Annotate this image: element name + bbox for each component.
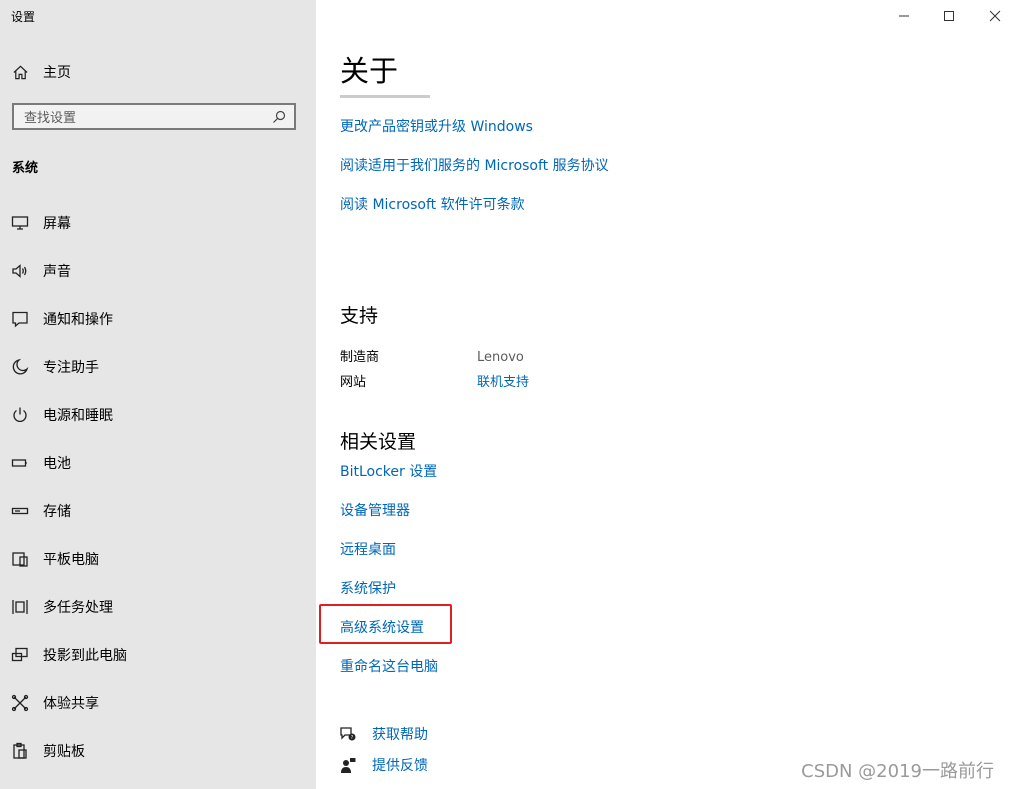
app-title: 设置 [11, 10, 36, 24]
tablet-icon [12, 552, 28, 567]
get-help-label: 获取帮助 [372, 727, 428, 743]
sidebar-item-label: 多任务处理 [43, 600, 113, 616]
sidebar-item-home[interactable]: 主页 [12, 60, 71, 84]
home-icon [13, 65, 28, 79]
share-icon [11, 694, 29, 712]
project-icon [11, 647, 28, 662]
sidebar-item-label: 存储 [43, 504, 71, 520]
sidebar-item-shared-experiences[interactable]: 体验共享 [10, 689, 300, 717]
multitask-icon [12, 600, 28, 614]
link-remote-desktop[interactable]: 远程桌面 [340, 540, 396, 560]
manufacturer-value: Lenovo [477, 350, 524, 365]
website-label: 网站 [340, 375, 367, 390]
search-icon [273, 110, 286, 123]
main-content: 关于 更改产品密钥或升级 Windows 阅读适用于我们服务的 Microsof… [316, 0, 1009, 789]
close-icon [989, 10, 1001, 22]
sidebar-item-tablet[interactable]: 平板电脑 [10, 545, 300, 573]
group-label-system: 系统 [12, 161, 39, 176]
sidebar-item-label: 声音 [43, 264, 71, 280]
sidebar-item-label: 主页 [43, 65, 71, 81]
highlight-box [319, 604, 452, 644]
sidebar-item-label: 投影到此电脑 [43, 648, 127, 664]
sidebar-item-notifications[interactable]: 通知和操作 [10, 305, 300, 333]
sidebar-item-clipboard[interactable]: 剪贴板 [10, 737, 300, 765]
feedback-link[interactable]: 提供反馈 [340, 754, 428, 776]
notification-icon [12, 311, 28, 328]
search-input[interactable]: 查找设置 [12, 103, 296, 130]
moon-icon [12, 358, 29, 375]
clipboard-icon [13, 742, 27, 759]
link-system-protection[interactable]: 系统保护 [340, 579, 396, 599]
section-title-related-settings: 相关设置 [340, 431, 417, 453]
link-device-manager[interactable]: 设备管理器 [340, 501, 410, 521]
sidebar-item-battery[interactable]: 电池 [10, 449, 300, 477]
watermark: CSDN @2019一路前行 [801, 761, 994, 782]
sidebar-item-power[interactable]: 电源和睡眠 [10, 401, 300, 429]
sidebar-item-focus-assist[interactable]: 专注助手 [10, 353, 300, 381]
sidebar: 设置 主页 查找设置 系统 屏幕 声音 通知和操作 专注助手 电源和睡眠 电池 [0, 0, 316, 789]
link-change-product-key[interactable]: 更改产品密钥或升级 Windows [340, 117, 533, 137]
storage-icon [11, 507, 29, 515]
svg-text:?: ? [351, 735, 354, 741]
sidebar-item-label: 平板电脑 [43, 552, 99, 568]
title-underline [340, 95, 430, 98]
sidebar-item-label: 电源和睡眠 [43, 408, 113, 424]
link-software-license-terms[interactable]: 阅读 Microsoft 软件许可条款 [340, 195, 525, 215]
section-title-support: 支持 [340, 305, 379, 327]
sidebar-item-label: 通知和操作 [43, 312, 113, 328]
link-microsoft-services-agreement[interactable]: 阅读适用于我们服务的 Microsoft 服务协议 [340, 156, 609, 176]
link-online-support[interactable]: 联机支持 [477, 374, 529, 392]
power-icon [13, 407, 27, 422]
sidebar-item-multitasking[interactable]: 多任务处理 [10, 593, 300, 621]
sidebar-item-label: 剪贴板 [43, 744, 85, 760]
get-help-link[interactable]: ? 获取帮助 [340, 723, 428, 745]
sidebar-item-label: 专注助手 [43, 360, 99, 376]
speaker-icon [12, 264, 27, 278]
monitor-icon [11, 216, 29, 230]
page-title: 关于 [340, 54, 399, 88]
sidebar-item-project[interactable]: 投影到此电脑 [10, 641, 300, 669]
link-bitlocker-settings[interactable]: BitLocker 设置 [340, 462, 437, 482]
maximize-button[interactable] [937, 6, 961, 26]
sidebar-item-sound[interactable]: 声音 [10, 257, 300, 285]
feedback-person-icon [341, 758, 356, 773]
manufacturer-label: 制造商 [340, 350, 380, 365]
battery-icon [11, 459, 27, 467]
sidebar-item-label: 屏幕 [43, 216, 71, 232]
sidebar-item-storage[interactable]: 存储 [10, 497, 300, 525]
sidebar-item-label: 体验共享 [43, 696, 99, 712]
sidebar-item-display[interactable]: 屏幕 [10, 209, 300, 237]
minimize-icon [899, 15, 909, 17]
maximize-icon [944, 11, 954, 21]
search-placeholder: 查找设置 [24, 111, 77, 126]
feedback-label: 提供反馈 [372, 758, 428, 774]
chat-help-icon: ? [340, 727, 356, 741]
minimize-button[interactable] [892, 6, 916, 26]
link-rename-pc[interactable]: 重命名这台电脑 [340, 657, 438, 677]
close-button[interactable] [983, 6, 1007, 26]
sidebar-item-label: 电池 [43, 456, 71, 472]
